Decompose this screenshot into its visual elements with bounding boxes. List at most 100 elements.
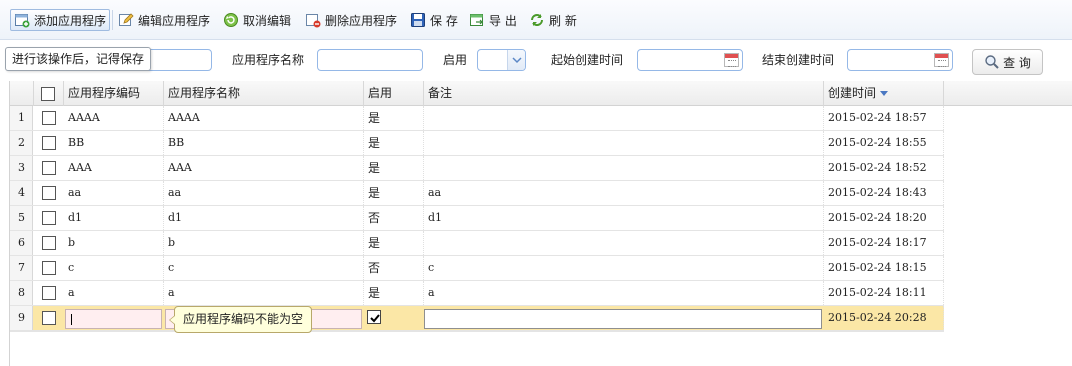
app-code-cell: d1 [64, 206, 164, 230]
add-app-button[interactable]: 添加应用程序 [10, 9, 111, 31]
cancel-edit-button[interactable]: 取消编辑 [223, 9, 291, 31]
row-checkbox[interactable] [42, 161, 56, 175]
export-button[interactable]: 导 出 [469, 9, 517, 31]
enabled-cell: 是 [364, 281, 424, 305]
enabled-select[interactable] [477, 49, 526, 71]
row-number: 3 [10, 156, 33, 180]
table-row[interactable]: 4 aa aa 是 aa 2015-02-24 18:43 [10, 181, 944, 206]
save-button[interactable]: 保 存 [410, 9, 458, 31]
name-filter-label: 应用程序名称 [232, 53, 305, 67]
app-name-search-input[interactable] [317, 49, 423, 71]
app-code-cell: AAAA [64, 106, 164, 130]
app-name-cell: b [164, 231, 364, 255]
row-number-header [10, 81, 34, 106]
app-name-cell: AAAA [164, 106, 364, 130]
select-all-cell [34, 81, 64, 106]
row-checkbox[interactable] [42, 186, 56, 200]
col-enabled-header[interactable]: 启用 [364, 81, 424, 106]
created-cell: 2015-02-24 20:28 [824, 306, 944, 330]
app-name-cell: a [164, 281, 364, 305]
app-code-search-input[interactable] [142, 49, 212, 71]
add-icon [14, 12, 30, 28]
remark-cell: aa [424, 181, 824, 205]
col-remark-header[interactable]: 备注 [424, 81, 824, 106]
app-name-cell: c [164, 256, 364, 280]
app-code-cell: aa [64, 181, 164, 205]
row-checkbox[interactable] [42, 236, 56, 250]
delete-icon [305, 12, 321, 28]
created-cell: 2015-02-24 18:20 [824, 206, 944, 230]
enabled-edit-checkbox[interactable] [367, 310, 381, 324]
start-time-label: 起始创建时间 [551, 53, 624, 67]
remark-cell [424, 156, 824, 180]
created-cell: 2015-02-24 18:52 [824, 156, 944, 180]
row-checkbox[interactable] [42, 286, 56, 300]
edit-icon [118, 12, 134, 28]
calendar-icon[interactable] [934, 53, 949, 67]
app-name-cell: BB [164, 131, 364, 155]
app-code-cell: BB [64, 131, 164, 155]
row-checkbox[interactable] [42, 211, 56, 225]
select-all-checkbox[interactable] [41, 87, 55, 101]
table-row[interactable]: 3 AAA AAA 是 2015-02-24 18:52 [10, 156, 944, 181]
row-checkbox[interactable] [42, 111, 56, 125]
row-number: 5 [10, 206, 33, 230]
table-row[interactable]: 7 c c 否 c 2015-02-24 18:15 [10, 256, 944, 281]
remark-cell: a [424, 281, 824, 305]
col-name-header[interactable]: 应用程序名称 [164, 81, 364, 106]
app-code-cell: b [64, 231, 164, 255]
table-row[interactable]: 2 BB BB 是 2015-02-24 18:55 [10, 131, 944, 156]
created-cell: 2015-02-24 18:11 [824, 281, 944, 305]
query-button[interactable]: 查 询 [972, 49, 1043, 75]
toolbar-divider [112, 10, 113, 30]
app-code-edit-input[interactable] [65, 309, 162, 329]
app-name-cell: AAA [164, 156, 364, 180]
validation-tooltip: 应用程序编码不能为空 [168, 306, 313, 333]
col-created-label: 创建时间 [828, 86, 877, 100]
export-label: 导 出 [489, 13, 517, 28]
app-code-cell: a [64, 281, 164, 305]
app-code-cell: c [64, 256, 164, 280]
row-number: 4 [10, 181, 33, 205]
table-row[interactable]: 6 b b 是 2015-02-24 18:17 [10, 231, 944, 256]
undo-icon [223, 12, 239, 28]
edit-app-label: 编辑应用程序 [138, 13, 211, 28]
chevron-down-icon[interactable] [507, 50, 525, 70]
remark-edit-input[interactable] [424, 309, 822, 329]
app-name-cell: d1 [164, 206, 364, 230]
edit-app-button[interactable]: 编辑应用程序 [118, 9, 210, 31]
enabled-cell: 是 [364, 106, 424, 130]
grid-header: 应用程序编码 应用程序名称 启用 备注 创建时间 [10, 81, 1072, 106]
search-bar: 应用程序名称 启用 起始创建时间 结束创建时间 [0, 40, 1072, 80]
enabled-cell: 是 [364, 156, 424, 180]
enabled-cell: 否 [364, 206, 424, 230]
enabled-cell: 是 [364, 131, 424, 155]
table-row[interactable]: 5 d1 d1 否 d1 2015-02-24 18:20 [10, 206, 944, 231]
export-icon [469, 12, 485, 28]
table-row[interactable]: 8 a a 是 a 2015-02-24 18:11 [10, 281, 944, 306]
row-checkbox[interactable] [42, 261, 56, 275]
created-cell: 2015-02-24 18:55 [824, 131, 944, 155]
created-cell: 2015-02-24 18:15 [824, 256, 944, 280]
app-code-cell: AAA [64, 156, 164, 180]
row-number: 9 [10, 306, 33, 330]
remark-cell [424, 131, 824, 155]
col-code-header[interactable]: 应用程序编码 [64, 81, 164, 106]
delete-app-label: 删除应用程序 [325, 13, 398, 28]
refresh-button[interactable]: 刷 新 [529, 9, 577, 31]
row-number: 1 [10, 106, 33, 130]
grid-divider [10, 331, 944, 332]
table-row[interactable]: 1 AAAA AAAA 是 2015-02-24 18:57 [10, 106, 944, 131]
search-icon [984, 54, 1000, 70]
start-time-input[interactable] [637, 49, 743, 71]
save-label: 保 存 [430, 13, 458, 28]
delete-app-button[interactable]: 删除应用程序 [305, 9, 397, 31]
save-reminder-tooltip: 进行该操作后，记得保存 [5, 47, 152, 71]
calendar-icon[interactable] [724, 53, 739, 67]
remark-cell [424, 231, 824, 255]
edit-row[interactable]: 9 2015-02-24 20:28 [10, 306, 944, 331]
col-created-header[interactable]: 创建时间 [824, 81, 944, 106]
end-time-input[interactable] [847, 49, 953, 71]
row-checkbox[interactable] [42, 311, 56, 325]
row-checkbox[interactable] [42, 136, 56, 150]
